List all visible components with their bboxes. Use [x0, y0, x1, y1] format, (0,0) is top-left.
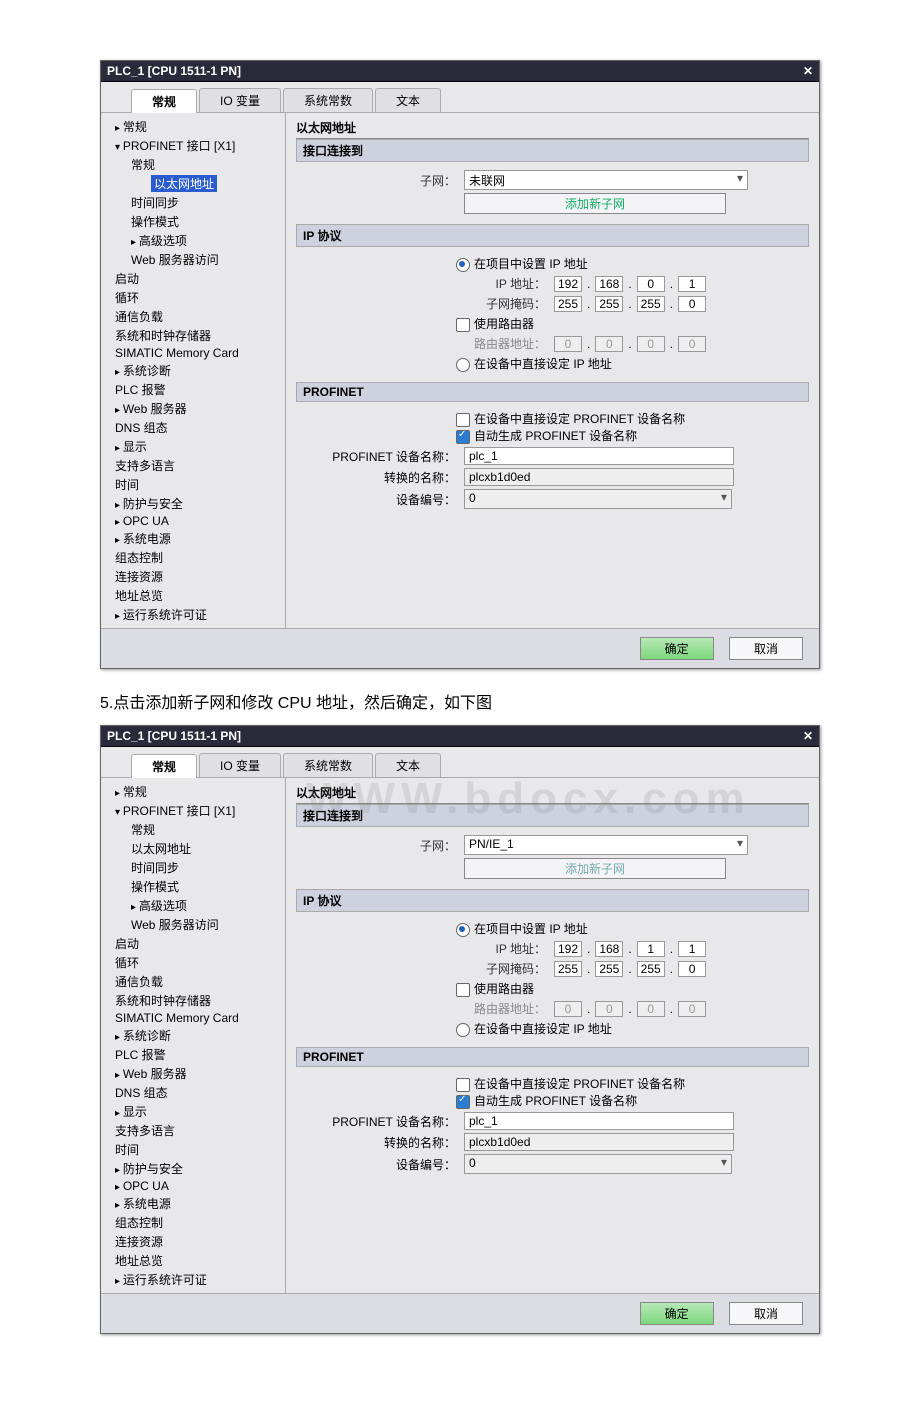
subnet-combo-2[interactable]: PN/IE_1 — [464, 835, 748, 855]
ok-button[interactable]: 确定 — [640, 637, 714, 660]
tab-io[interactable]: IO 变量 — [199, 88, 281, 112]
tree-eth-addr[interactable]: 以太网地址 — [151, 175, 217, 192]
tree-security[interactable]: 防护与安全 — [103, 494, 283, 513]
chk-setname-row[interactable]: 在设备中直接设定 PROFINET 设备名称 — [456, 410, 809, 427]
tree-sysclock[interactable]: 系统和时钟存储器 — [103, 326, 283, 345]
add-subnet-button[interactable]: 添加新子网 — [464, 193, 726, 214]
tab-io-2[interactable]: IO 变量 — [199, 753, 281, 777]
tree-runtime[interactable]: 运行系统许可证 — [103, 605, 283, 624]
tree-adv[interactable]: 高级选项 — [103, 231, 283, 250]
devname-input[interactable]: plc_1 — [464, 447, 734, 465]
tree-commload[interactable]: 通信负载 — [103, 307, 283, 326]
tree-display[interactable]: 显示 — [103, 437, 283, 456]
tree-smc[interactable]: SIMATIC Memory Card — [103, 345, 283, 361]
dialog-2: PLC_1 [CPU 1511-1 PN] ✕ 常规 IO 变量 系统常数 文本… — [100, 725, 820, 1334]
chk-router[interactable] — [456, 318, 470, 332]
radio-set-proj-2[interactable] — [456, 923, 470, 937]
tree-timesync[interactable]: 时间同步 — [103, 193, 283, 212]
dialog-1: PLC_1 [CPU 1511-1 PN] ✕ 常规 IO 变量 系统常数 文本… — [100, 60, 820, 669]
close-icon-2[interactable]: ✕ — [803, 729, 813, 743]
tree-addrov[interactable]: 地址总览 — [103, 586, 283, 605]
chk-setname-2[interactable] — [456, 1078, 470, 1092]
chk-setname[interactable] — [456, 413, 470, 427]
tab-bar: 常规 IO 变量 系统常数 文本 — [101, 82, 819, 113]
step-text: 5.点击添加新子网和修改 CPU 地址，然后确定，如下图 — [100, 689, 820, 713]
radio-set-dev[interactable] — [456, 358, 470, 372]
tree-connres[interactable]: 连接资源 — [103, 567, 283, 586]
devnum-combo-2[interactable]: 0 — [464, 1154, 732, 1174]
convname-input: plcxb1d0ed — [464, 468, 734, 486]
tab-text-2[interactable]: 文本 — [375, 753, 441, 777]
content-pane-2: WWW.bdocx.com 以太网地址 接口连接到 子网： PN/IE_1 添加… — [286, 778, 819, 1293]
window-title-2: PLC_1 [CPU 1511-1 PN] — [107, 729, 241, 743]
window-title: PLC_1 [CPU 1511-1 PN] — [107, 64, 241, 78]
titlebar-2: PLC_1 [CPU 1511-1 PN] ✕ — [101, 726, 819, 747]
tab-general[interactable]: 常规 — [131, 89, 197, 113]
devname-input-2[interactable]: plc_1 — [464, 1112, 734, 1130]
cancel-button-2[interactable]: 取消 — [729, 1302, 803, 1325]
tree-dns[interactable]: DNS 组态 — [103, 418, 283, 437]
section-iface: 接口连接到 — [296, 139, 809, 162]
tab-bar-2: 常规 IO 变量 系统常数 文本 — [101, 747, 819, 778]
ip-input-2[interactable]: 192.168.1.1 — [554, 941, 706, 957]
ip-label: IP 地址： — [456, 275, 554, 292]
tree-opmode[interactable]: 操作模式 — [103, 212, 283, 231]
devname-label: PROFINET 设备名称： — [296, 448, 464, 465]
tree-general[interactable]: 常规 — [103, 117, 283, 136]
radio-set-dev-2[interactable] — [456, 1023, 470, 1037]
ok-button-2[interactable]: 确定 — [640, 1302, 714, 1325]
section-eth: 以太网地址 — [296, 117, 809, 139]
tab-sysconst[interactable]: 系统常数 — [283, 88, 373, 112]
section-profinet: PROFINET — [296, 382, 809, 402]
cancel-button[interactable]: 取消 — [729, 637, 803, 660]
chk-autoname[interactable] — [456, 430, 470, 444]
chk-router-row[interactable]: 使用路由器 — [456, 315, 809, 332]
tree-cfgctrl[interactable]: 组态控制 — [103, 548, 283, 567]
tree-multilang[interactable]: 支持多语言 — [103, 456, 283, 475]
close-icon[interactable]: ✕ — [803, 64, 813, 78]
titlebar: PLC_1 [CPU 1511-1 PN] ✕ — [101, 61, 819, 82]
tree-webaccess[interactable]: Web 服务器访问 — [103, 250, 283, 269]
convname-label: 转换的名称： — [296, 469, 464, 486]
subnet-label: 子网： — [296, 172, 464, 189]
tree-power[interactable]: 系统电源 — [103, 529, 283, 548]
devnum-label: 设备编号： — [296, 491, 464, 508]
router-label: 路由器地址： — [456, 335, 554, 352]
tree-profinet[interactable]: PROFINET 接口 [X1] — [103, 136, 283, 155]
tree-sub-general[interactable]: 常规 — [103, 155, 283, 174]
tree-opcua[interactable]: OPC UA — [103, 513, 283, 529]
tree-cycle[interactable]: 循环 — [103, 288, 283, 307]
content-pane: 以太网地址 接口连接到 子网： 未联网 添加新子网 IP 协议 在项目中设置 I… — [286, 113, 819, 628]
ip-input[interactable]: 192.168.0.1 — [554, 276, 706, 292]
radio-set-proj[interactable] — [456, 258, 470, 272]
nav-tree[interactable]: 常规 PROFINET 接口 [X1] 常规 以太网地址 时间同步 操作模式 高… — [101, 113, 286, 628]
chk-autoname-2[interactable] — [456, 1095, 470, 1109]
tab-sysconst-2[interactable]: 系统常数 — [283, 753, 373, 777]
tree-websrv[interactable]: Web 服务器 — [103, 399, 283, 418]
chk-autoname-row[interactable]: 自动生成 PROFINET 设备名称 — [456, 427, 809, 444]
tree-time[interactable]: 时间 — [103, 475, 283, 494]
tree-sysdiag[interactable]: 系统诊断 — [103, 361, 283, 380]
tree-startup[interactable]: 启动 — [103, 269, 283, 288]
tree-plcalarm[interactable]: PLC 报警 — [103, 380, 283, 399]
router-input: 0.0.0.0 — [554, 336, 706, 352]
radio-set-dev-row[interactable]: 在设备中直接设定 IP 地址 — [456, 355, 809, 372]
devnum-combo[interactable]: 0 — [464, 489, 732, 509]
section-ip: IP 协议 — [296, 224, 809, 247]
radio-set-proj-row[interactable]: 在项目中设置 IP 地址 — [456, 255, 809, 272]
mask-input-2[interactable]: 255.255.255.0 — [554, 961, 706, 977]
mask-label: 子网掩码： — [456, 295, 554, 312]
add-subnet-button-2[interactable]: 添加新子网 — [464, 858, 726, 879]
nav-tree-2[interactable]: 常规 PROFINET 接口 [X1] 常规 以太网地址 时间同步 操作模式 高… — [101, 778, 286, 1293]
chk-router-2[interactable] — [456, 983, 470, 997]
mask-input[interactable]: 255.255.255.0 — [554, 296, 706, 312]
tab-text[interactable]: 文本 — [375, 88, 441, 112]
subnet-combo[interactable]: 未联网 — [464, 170, 748, 190]
tab-general-2[interactable]: 常规 — [131, 754, 197, 778]
